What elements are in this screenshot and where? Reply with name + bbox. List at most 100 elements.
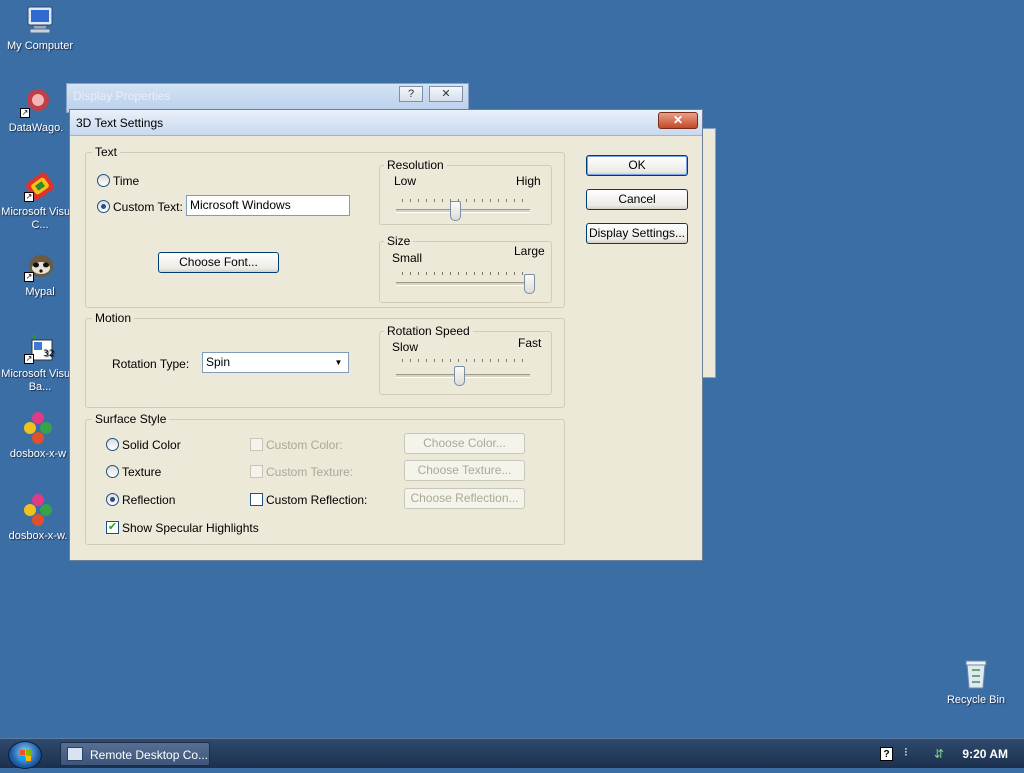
custom-color-label: Custom Color: — [266, 438, 343, 452]
clock[interactable]: 9:20 AM — [962, 747, 1008, 761]
display-settings-button[interactable]: Display Settings... — [586, 223, 688, 244]
taskbar-item-remote-desktop[interactable]: Remote Desktop Co... — [60, 742, 210, 766]
system-tray: ? ⁝ ⇵ 9:20 AM — [874, 739, 1024, 769]
window-title: Display Properties — [73, 89, 171, 103]
specular-highlights-label: Show Specular Highlights — [122, 521, 259, 535]
choose-texture-button[interactable]: Choose Texture... — [404, 460, 525, 481]
dialog-title: 3D Text Settings — [76, 116, 164, 130]
desktop-icon-label: Recycle Bin — [946, 694, 1006, 706]
dropdown-arrow-icon: ▼ — [334, 358, 343, 367]
group-label: Text — [92, 145, 121, 159]
rotation-type-value: Spin — [206, 355, 231, 369]
resolution-low-label: Low — [394, 174, 417, 188]
rotation-type-select[interactable]: Spin ▼ — [202, 352, 349, 373]
windows-logo-icon — [20, 750, 31, 761]
dosbox-icon — [22, 494, 54, 526]
resolution-ticks — [402, 199, 526, 202]
3d-text-settings-dialog[interactable]: 3D Text Settings ✕ Text Time Custom Text… — [69, 109, 703, 561]
rotation-speed-slider-thumb[interactable] — [454, 366, 466, 386]
custom-texture-label: Custom Texture: — [266, 465, 354, 479]
network-icon[interactable]: ⇵ — [934, 747, 948, 761]
choose-font-button[interactable]: Choose Font... — [158, 252, 279, 273]
group-label: Motion — [92, 311, 135, 325]
checkmark-icon: ✔ — [107, 521, 118, 533]
shortcut-arrow-icon: ↗ — [20, 108, 30, 118]
reflection-label: Reflection — [122, 493, 176, 507]
specular-highlights-checkbox[interactable]: ✔ — [106, 521, 119, 534]
taskbar: Remote Desktop Co... ? ⁝ ⇵ 9:20 AM — [0, 738, 1024, 769]
cancel-button[interactable]: Cancel — [586, 189, 688, 210]
solid-color-radio[interactable] — [106, 438, 119, 451]
desktop-icon-label: Microsoft Visual C... — [1, 206, 79, 231]
texture-label: Texture — [122, 465, 162, 479]
rotation-type-label: Rotation Type: — [112, 357, 190, 371]
size-slider-thumb[interactable] — [524, 274, 535, 294]
choose-color-button[interactable]: Choose Color... — [404, 433, 525, 454]
desktop-icon-label: Mypal — [25, 286, 55, 298]
size-small-label: Small — [392, 251, 423, 265]
size-large-label: Large — [514, 244, 545, 258]
desktop-icon-label: dosbox-x-w — [9, 448, 67, 460]
group-label: Rotation Speed — [384, 324, 473, 338]
desktop-icon-dosbox-1[interactable]: dosbox-x-w — [0, 412, 78, 461]
size-group: Size Small Large — [379, 234, 552, 303]
custom-text-input[interactable]: Microsoft Windows — [186, 195, 350, 216]
group-label: Surface Style — [92, 412, 170, 426]
solid-color-label: Solid Color — [122, 438, 181, 452]
custom-color-checkbox[interactable] — [250, 438, 263, 451]
rotation-speed-ticks — [402, 359, 526, 362]
group-label: Size — [384, 234, 414, 248]
dosbox-icon — [22, 412, 54, 444]
shortcut-arrow-icon: ↗ — [24, 354, 34, 364]
custom-text-radio[interactable] — [97, 200, 110, 213]
reflection-radio[interactable] — [106, 493, 119, 506]
time-label: Time — [113, 174, 140, 188]
texture-radio[interactable] — [106, 465, 119, 478]
desktop-icon-dosbox-2[interactable]: dosbox-x-w. — [0, 494, 78, 543]
close-button[interactable]: ✕ — [658, 112, 698, 129]
mypal-icon: ↗ — [24, 250, 56, 282]
size-slider-track — [396, 282, 530, 286]
motion-group: Motion Rotation Type: Spin ▼ Rotation Sp… — [85, 311, 565, 408]
rotation-speed-slow-label: Slow — [392, 340, 419, 354]
recycle-bin-icon — [960, 658, 992, 690]
start-button[interactable] — [8, 741, 42, 769]
rotation-speed-group: Rotation Speed Slow Fast — [379, 324, 552, 395]
dialog-titlebar: 3D Text Settings ✕ — [70, 110, 702, 136]
ok-button[interactable]: OK — [586, 155, 688, 176]
group-label: Resolution — [384, 158, 447, 172]
desktop-icon-recycle-bin[interactable]: Recycle Bin — [936, 658, 1016, 707]
custom-reflection-label: Custom Reflection: — [266, 493, 368, 507]
size-ticks — [402, 272, 526, 275]
close-button[interactable]: ✕ — [429, 86, 463, 102]
desktop-icon-my-computer[interactable]: My Computer — [0, 4, 80, 53]
desktop-icon-label: DataWago. — [8, 122, 64, 134]
desktop-icon-datawago[interactable]: ↗ DataWago. — [0, 86, 76, 135]
svg-text:32: 32 — [43, 349, 54, 359]
custom-text-label: Custom Text: — [113, 200, 183, 214]
datawago-icon: ↗ — [20, 86, 52, 118]
computer-icon — [24, 4, 56, 36]
resolution-slider-thumb[interactable] — [450, 201, 462, 221]
tray-separator-icon: ⁝ — [904, 745, 908, 759]
desktop-icon-label: My Computer — [6, 40, 74, 52]
visual-basic-icon: 32 ↗ — [24, 332, 56, 364]
desktop-icon-mypal[interactable]: ↗ Mypal — [0, 250, 80, 299]
rotation-speed-fast-label: Fast — [518, 336, 542, 350]
desktop-icon-visual-c[interactable]: ↗ Microsoft Visual C... — [0, 170, 80, 232]
resolution-high-label: High — [516, 174, 541, 188]
shortcut-arrow-icon: ↗ — [24, 272, 34, 282]
help-icon[interactable]: ? — [880, 747, 893, 761]
time-radio[interactable] — [97, 174, 110, 187]
choose-reflection-button[interactable]: Choose Reflection... — [404, 488, 525, 509]
resolution-group: Resolution Low High — [379, 158, 552, 225]
custom-reflection-checkbox[interactable] — [250, 493, 263, 506]
visual-c-icon: ↗ — [24, 170, 56, 202]
text-group: Text Time Custom Text: Microsoft Windows… — [85, 145, 565, 308]
shortcut-arrow-icon: ↗ — [24, 192, 34, 202]
desktop-icon-label: Microsoft Visual Ba... — [1, 368, 79, 393]
custom-texture-checkbox[interactable] — [250, 465, 263, 478]
help-button[interactable]: ? — [399, 86, 423, 102]
desktop-icon-visual-basic[interactable]: 32 ↗ Microsoft Visual Ba... — [0, 332, 80, 394]
desktop-icon-label: dosbox-x-w. — [8, 530, 68, 542]
